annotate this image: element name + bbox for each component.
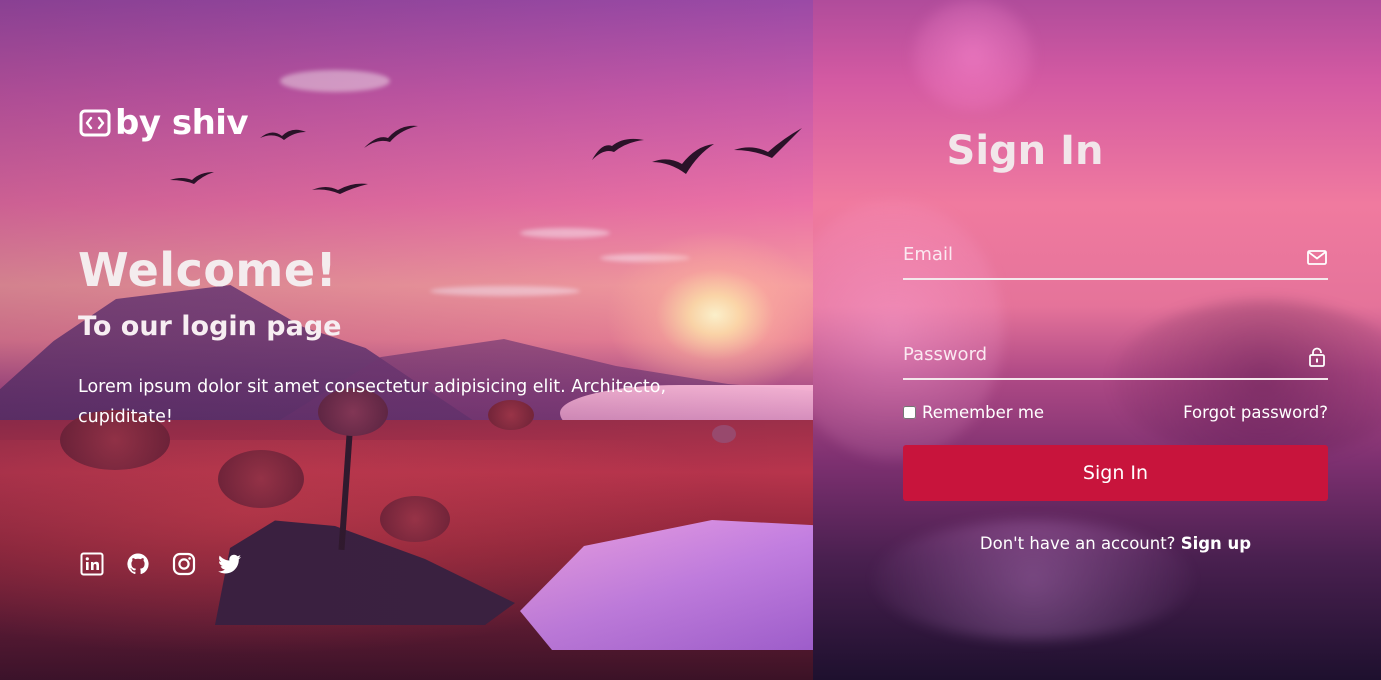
email-input[interactable] — [903, 234, 1283, 274]
signin-title: Sign In — [946, 128, 1104, 174]
welcome-subheading: To our login page — [78, 311, 342, 342]
bird-icon — [592, 138, 644, 160]
bird-icon — [364, 125, 418, 148]
password-field-wrapper — [903, 334, 1328, 380]
code-icon — [79, 109, 111, 137]
remember-me[interactable]: Remember me — [903, 403, 1044, 422]
glow — [913, 0, 1033, 110]
social-links — [80, 552, 242, 576]
signin-button[interactable]: Sign In — [903, 445, 1328, 501]
signup-prompt-text: Don't have an account? — [979, 534, 1176, 553]
brand-name: by shiv — [115, 103, 249, 143]
bird-icon — [652, 144, 714, 174]
brand-logo[interactable]: by shiv — [79, 103, 249, 143]
lock-icon — [1309, 347, 1325, 367]
forgot-password-link[interactable]: Forgot password? — [1183, 403, 1328, 422]
signup-link[interactable]: Sign up — [1181, 534, 1251, 553]
mail-icon — [1307, 250, 1327, 265]
linkedin-icon[interactable] — [80, 552, 104, 576]
github-icon[interactable] — [126, 552, 150, 576]
welcome-description: Lorem ipsum dolor sit amet consectetur a… — [78, 377, 667, 427]
form-options: Remember me Forgot password? — [903, 400, 1328, 424]
welcome-heading: Welcome! — [78, 243, 338, 297]
email-field-wrapper — [903, 234, 1328, 280]
login-page: by shiv Welcome! To our login page Lorem… — [0, 0, 1381, 680]
bird-icon — [260, 129, 306, 140]
hero-panel: by shiv Welcome! To our login page Lorem… — [0, 0, 813, 680]
signup-prompt: Don't have an account? Sign up — [903, 534, 1328, 553]
instagram-icon[interactable] — [172, 552, 196, 576]
remember-checkbox[interactable] — [903, 405, 916, 419]
bird-icon — [312, 183, 368, 194]
remember-label: Remember me — [922, 402, 1045, 422]
bird-icon — [734, 128, 802, 158]
password-input[interactable] — [903, 334, 1283, 374]
bird-icon — [170, 172, 214, 184]
twitter-icon[interactable] — [218, 552, 242, 576]
signin-panel: Sign In Remember me Forgot password? S — [813, 0, 1381, 680]
